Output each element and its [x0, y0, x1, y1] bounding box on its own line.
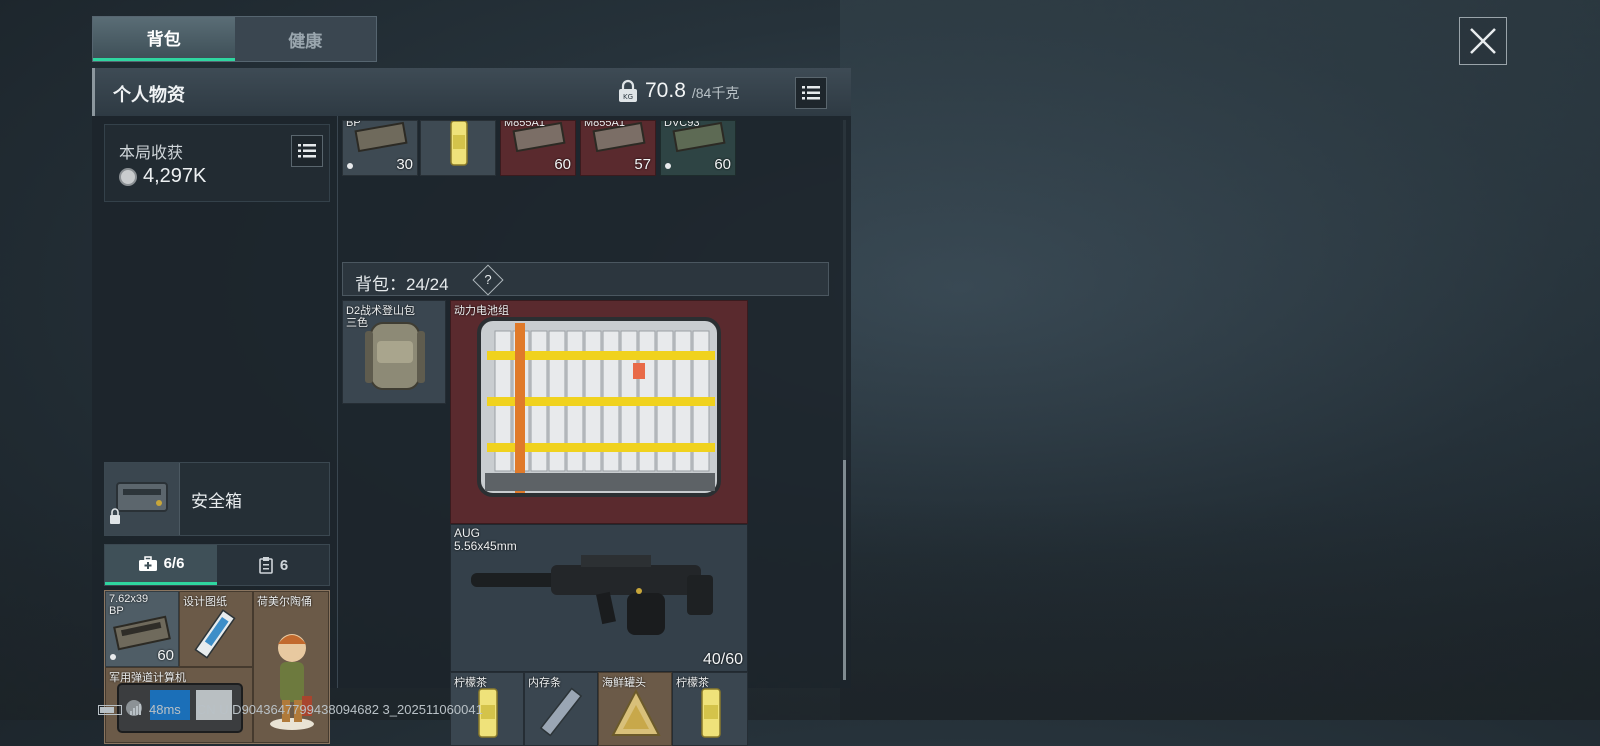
- item-lemon-tea-top[interactable]: [420, 120, 496, 176]
- weapon-ammo: 40/60: [702, 651, 743, 668]
- sort-list-button[interactable]: [795, 77, 827, 109]
- main-tabs: 背包 健康: [92, 16, 377, 62]
- item-count: 30: [396, 156, 413, 173]
- item-name: 荷美尔陶俑: [257, 596, 312, 608]
- tab-backpack[interactable]: 背包: [93, 17, 235, 61]
- clipboard-icon: [259, 557, 273, 574]
- weight-current: 70.8: [645, 79, 686, 102]
- item-name: 军用弹道计算机: [109, 672, 186, 684]
- kg-lock-icon: KG: [619, 79, 637, 102]
- weapon-name: AUG: [454, 526, 481, 540]
- item-name-line2: 三色: [346, 317, 368, 329]
- pouch-item-figurine[interactable]: 荷美尔陶俑: [253, 591, 329, 743]
- medical-pouch-count: 6/6: [163, 555, 185, 572]
- item-seafood-can[interactable]: 海鲜罐头: [598, 672, 672, 746]
- status-bar: 48ms CN UID9043647799438094682 3_2025110…: [98, 702, 483, 717]
- weight-readout: KG 70.8 /84千克: [617, 79, 739, 103]
- close-icon: [1470, 28, 1496, 54]
- backpack-scrollbar[interactable]: [843, 120, 846, 680]
- safe-box-slot[interactable]: 安全箱: [104, 462, 330, 536]
- item-ammo-bp[interactable]: BP 30: [342, 120, 418, 176]
- item-name: 海鲜罐头: [602, 677, 646, 689]
- ammo-dot-icon: [347, 163, 353, 169]
- session-haul: 本局收获 4,297K: [104, 124, 330, 202]
- backpack-column: BP 30 M855A1 60 M855A1 57 DVC93 60 背包：24…: [342, 120, 842, 746]
- item-count: 60: [554, 156, 571, 173]
- item-battery-pack[interactable]: 动力电池组: [450, 300, 748, 524]
- item-name: 柠檬茶: [454, 677, 487, 689]
- scrollbar-thumb[interactable]: [843, 460, 846, 680]
- list-icon: [298, 144, 316, 158]
- panel-header: 个人物资 KG 70.8 /84千克: [92, 68, 851, 116]
- pouch-item-blueprint[interactable]: 设计图纸: [179, 591, 253, 667]
- lemon-tea-can-icon: [450, 121, 468, 166]
- backpack-capacity-label: 背包：24/24: [355, 275, 449, 294]
- ammo-dot-icon: [665, 163, 671, 169]
- item-aug-rifle[interactable]: AUG 5.56x45mm 40/60: [450, 524, 748, 672]
- svg-text:KG: KG: [623, 93, 633, 101]
- item-count: 57: [634, 156, 651, 173]
- safe-box-thumbnail: [105, 463, 180, 535]
- pouch-tabs: 6/6 6: [104, 544, 330, 586]
- misc-pouch-count: 6: [279, 556, 289, 574]
- battery-icon: [98, 704, 122, 715]
- item-count: 60: [157, 647, 174, 664]
- item-backpack[interactable]: D2战术登山包 三色: [342, 300, 446, 404]
- close-button[interactable]: [1459, 17, 1507, 65]
- tab-misc-pouch[interactable]: 6: [217, 545, 329, 585]
- medkit-icon: [138, 555, 157, 571]
- haul-label: 本局收获: [119, 145, 184, 162]
- item-name: M855A1: [584, 120, 625, 129]
- item-name: 设计图纸: [183, 596, 227, 608]
- ping-value: 48ms: [149, 702, 181, 717]
- help-icon: ?: [484, 272, 492, 287]
- item-ammo-dvc[interactable]: DVC93 60: [660, 120, 736, 176]
- pouch-item-ammo[interactable]: 7.62x39 BP 60: [105, 591, 179, 667]
- list-icon: [802, 86, 820, 100]
- panel-title: 个人物资: [113, 85, 185, 105]
- weapon-caliber: 5.56x45mm: [454, 539, 517, 553]
- haul-value-row: 4,297K: [119, 165, 206, 188]
- pouch-grid: 7.62x39 BP 60 设计图纸 荷美尔陶俑 军用弹道计算机: [104, 590, 330, 744]
- column-divider: [337, 116, 338, 688]
- item-ammo-m855a1-b[interactable]: M855A1 57: [580, 120, 656, 176]
- item-ammo-m855a1-a[interactable]: M855A1 60: [500, 120, 576, 176]
- item-memory-stick[interactable]: 内存条: [524, 672, 598, 746]
- ammo-dot-icon: [110, 654, 116, 660]
- signal-icon: [130, 704, 141, 715]
- item-name: 7.62x39: [109, 593, 149, 605]
- item-name: DVC93: [664, 120, 700, 129]
- item-name: 内存条: [528, 677, 561, 689]
- tab-health[interactable]: 健康: [235, 17, 377, 61]
- item-name: BP: [346, 120, 361, 129]
- item-lemon-tea-2[interactable]: 柠檬茶: [672, 672, 748, 746]
- battery-pack-icon: [477, 317, 721, 497]
- inventory-panel: 个人物资 KG 70.8 /84千克 本局收获 4,297K 安全箱 6/6 6…: [92, 68, 851, 746]
- safe-box-icon: [110, 482, 168, 524]
- item-name: M855A1: [504, 120, 545, 129]
- item-count: 60: [714, 156, 731, 173]
- haul-list-button[interactable]: [291, 135, 323, 167]
- coin-icon: [119, 167, 137, 186]
- left-column: 本局收获 4,297K 安全箱 6/6 6 7.62x39 BP 60 设计图纸…: [104, 124, 330, 744]
- weight-max: /84千克: [691, 85, 740, 101]
- backpack-capacity-bar: 背包：24/24 ?: [342, 262, 829, 296]
- haul-value: 4,297K: [143, 165, 207, 187]
- help-button[interactable]: ?: [472, 264, 504, 296]
- item-name: 动力电池组: [454, 305, 509, 317]
- figurine-icon: [270, 634, 314, 730]
- item-name: 柠檬茶: [676, 677, 709, 689]
- tab-medical-pouch[interactable]: 6/6: [105, 545, 217, 585]
- safe-box-label: 安全箱: [191, 492, 242, 511]
- uid-text: CN UID9043647799438094682 3_202511060041: [196, 702, 483, 717]
- item-name-line2: BP: [109, 605, 124, 617]
